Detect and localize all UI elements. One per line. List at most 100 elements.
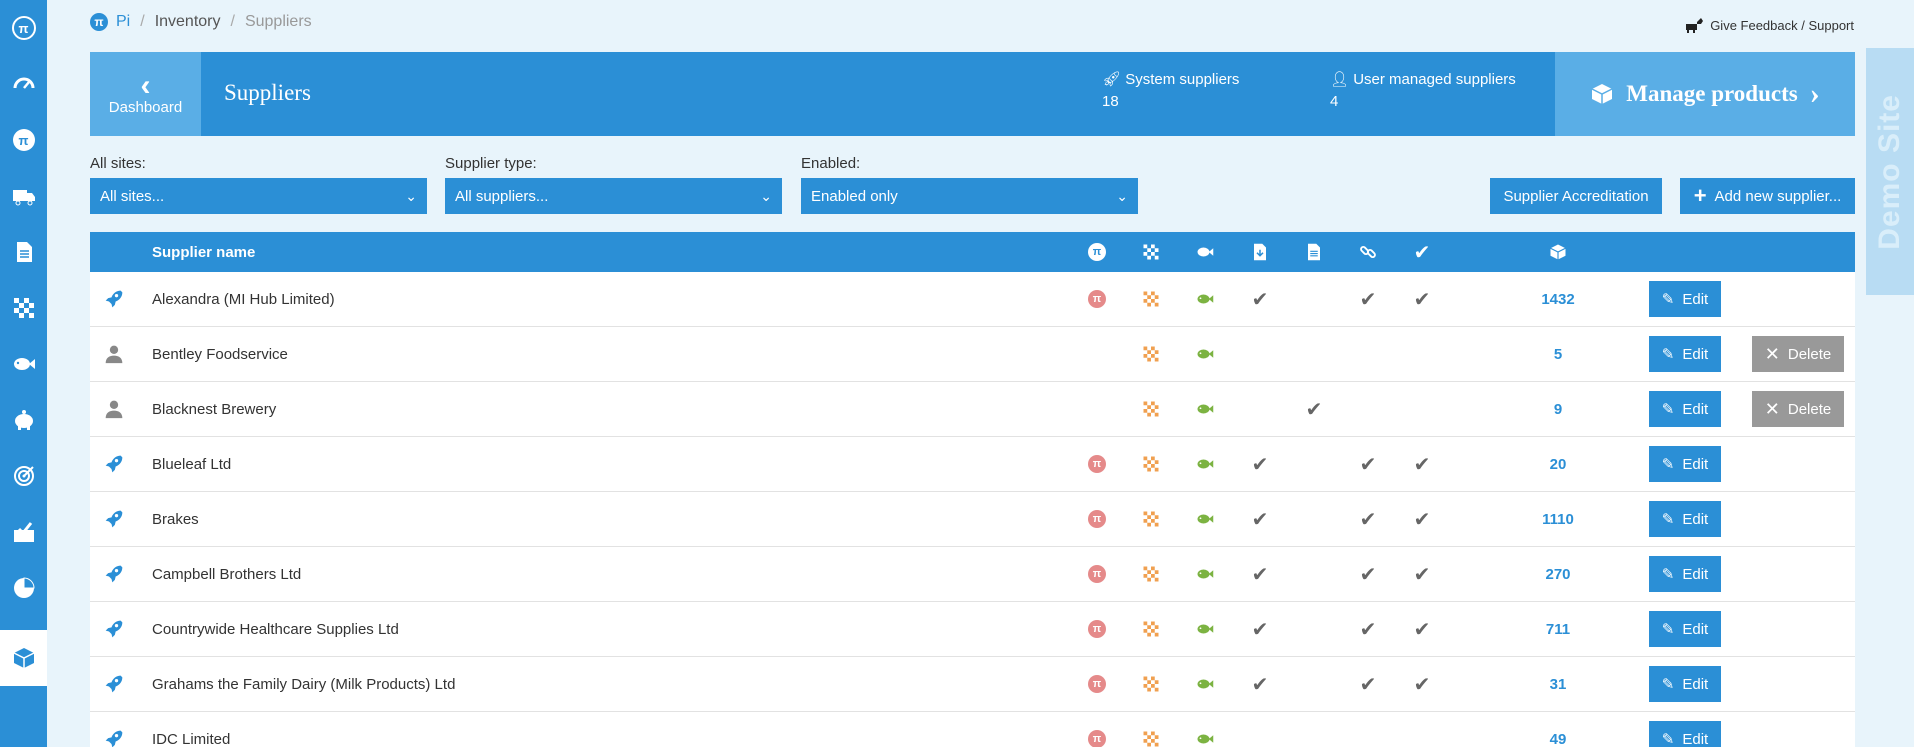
- delete-label: Delete: [1787, 345, 1832, 363]
- edit-button[interactable]: ✎ Edit: [1649, 556, 1721, 592]
- user-icon: [102, 382, 126, 436]
- fish-icon: [1195, 437, 1215, 491]
- enabled-select[interactable]: Enabled only ⌄: [801, 178, 1138, 214]
- truck-icon[interactable]: [0, 168, 47, 224]
- fish-icon: [1195, 657, 1215, 711]
- box-icon[interactable]: [0, 630, 47, 686]
- sites-select[interactable]: All sites... ⌄: [90, 178, 427, 214]
- supplier-name[interactable]: Alexandra (MI Hub Limited): [152, 272, 335, 326]
- table-row[interactable]: Countrywide Healthcare Supplies Ltd π ✔ ✔ ✔ 7…: [90, 602, 1855, 657]
- edit-button[interactable]: ✎ Edit: [1649, 336, 1721, 372]
- supplier-name[interactable]: Blueleaf Ltd: [152, 437, 231, 491]
- target-icon[interactable]: [0, 448, 47, 504]
- add-supplier-button[interactable]: + Add new supplier...: [1680, 178, 1855, 214]
- check-icon: ✔: [1251, 453, 1269, 476]
- rocket-icon: [102, 602, 126, 656]
- user-suppliers-label: User managed suppliers: [1353, 71, 1516, 88]
- product-count-link[interactable]: 270: [1528, 547, 1588, 601]
- supplier-name[interactable]: Blacknest Brewery: [152, 382, 276, 436]
- check-column-icon: ✔: [1413, 241, 1431, 264]
- delete-button-cell: ✕ Delete: [1752, 382, 1844, 436]
- product-count-link[interactable]: 711: [1528, 602, 1588, 656]
- manage-products-button[interactable]: Manage products ›: [1555, 52, 1855, 136]
- rocket-icon: [102, 712, 126, 747]
- edit-button[interactable]: ✎ Edit: [1649, 391, 1721, 427]
- rocket-icon: [102, 492, 126, 546]
- dashboard-label: Dashboard: [108, 98, 183, 116]
- box-icon: [1591, 84, 1613, 104]
- table-row[interactable]: Brakes π ✔ ✔ ✔ 1110 ✎ Edit: [90, 492, 1855, 547]
- edit-button[interactable]: ✎ Edit: [1649, 666, 1721, 702]
- supplier-name[interactable]: IDC Limited: [152, 712, 230, 747]
- product-count-link[interactable]: 5: [1528, 327, 1588, 381]
- edit-button[interactable]: ✎ Edit: [1649, 611, 1721, 647]
- pie-chart-icon[interactable]: [0, 560, 47, 616]
- edit-button[interactable]: ✎ Edit: [1649, 446, 1721, 482]
- edit-label: Edit: [1682, 620, 1709, 638]
- rocket-icon: [102, 657, 126, 711]
- supplier-type-select[interactable]: All suppliers... ⌄: [445, 178, 782, 214]
- checkerboard-icon: [1141, 492, 1161, 546]
- edit-label: Edit: [1682, 510, 1709, 528]
- system-suppliers-stat[interactable]: 🚀︎ System suppliers 18: [1102, 70, 1239, 110]
- feedback-link[interactable]: Give Feedback / Support: [1684, 16, 1854, 34]
- system-suppliers-label: System suppliers: [1125, 71, 1240, 88]
- breadcrumb-inventory[interactable]: Inventory: [155, 13, 221, 31]
- supplier-name[interactable]: Brakes: [152, 492, 199, 546]
- document-icon[interactable]: [0, 224, 47, 280]
- edit-label: Edit: [1682, 565, 1709, 583]
- chevron-down-icon: ⌄: [1116, 187, 1128, 204]
- supplier-name[interactable]: Campbell Brothers Ltd: [152, 547, 301, 601]
- checkerboard-column-icon: [1141, 232, 1161, 272]
- edit-button[interactable]: ✎ Edit: [1649, 281, 1721, 317]
- fish-icon: [1195, 382, 1215, 436]
- table-row[interactable]: Blueleaf Ltd π ✔ ✔ ✔ 20 ✎ Edit: [90, 437, 1855, 492]
- edit-button[interactable]: ✎ Edit: [1649, 721, 1721, 747]
- supplier-name[interactable]: Bentley Foodservice: [152, 327, 288, 381]
- check-icon: ✔: [1413, 453, 1431, 476]
- product-count-link[interactable]: 49: [1528, 712, 1588, 747]
- checkerboard-icon[interactable]: [0, 280, 47, 336]
- pencil-icon: ✎: [1661, 566, 1675, 583]
- product-count-link[interactable]: 9: [1528, 382, 1588, 436]
- piggy-bank-icon[interactable]: [0, 392, 47, 448]
- pi-icon: π: [90, 13, 108, 31]
- table-row[interactable]: IDC Limited π 49 ✎ Edit: [90, 712, 1855, 747]
- table-row[interactable]: Grahams the Family Dairy (Milk Products)…: [90, 657, 1855, 712]
- apple-pi-icon[interactable]: π: [0, 112, 47, 168]
- product-count-link[interactable]: 1110: [1528, 492, 1588, 546]
- pencil-icon: ✎: [1661, 511, 1675, 528]
- fish-icon: [1195, 272, 1215, 326]
- product-count-link[interactable]: 1432: [1528, 272, 1588, 326]
- table-row[interactable]: Bentley Foodservice 5 ✎ Edit ✕ Delete: [90, 327, 1855, 382]
- table-row[interactable]: Campbell Brothers Ltd π ✔ ✔ ✔ 270 ✎ Edit: [90, 547, 1855, 602]
- delete-button[interactable]: ✕ Delete: [1752, 391, 1844, 427]
- gauge-icon[interactable]: [0, 56, 47, 112]
- fish-column-icon: [1195, 232, 1215, 272]
- user-suppliers-stat[interactable]: 👤︎ User managed suppliers 4: [1330, 70, 1516, 110]
- edit-button[interactable]: ✎ Edit: [1649, 501, 1721, 537]
- fish-icon: [1195, 492, 1215, 546]
- column-supplier-name[interactable]: Supplier name: [152, 232, 255, 272]
- supplier-name[interactable]: Grahams the Family Dairy (Milk Products)…: [152, 657, 455, 711]
- pencil-icon: ✎: [1661, 346, 1675, 363]
- delete-button[interactable]: ✕ Delete: [1752, 336, 1844, 372]
- check-icon: ✔: [1359, 673, 1377, 696]
- checkerboard-icon: [1141, 437, 1161, 491]
- table-row[interactable]: Alexandra (MI Hub Limited) π ✔ ✔ ✔ 1432 ✎ Edit: [90, 272, 1855, 327]
- supplier-type-label: Supplier type:: [445, 155, 537, 172]
- pi-badge-icon: π: [1087, 547, 1107, 601]
- checkbox-tray-icon[interactable]: [0, 504, 47, 560]
- table-row[interactable]: Blacknest Brewery ✔ 9 ✎ Edit ✕ Delete: [90, 382, 1855, 437]
- system-suppliers-count: 18: [1102, 93, 1119, 110]
- supplier-name[interactable]: Countrywide Healthcare Supplies Ltd: [152, 602, 399, 656]
- product-count-link[interactable]: 31: [1528, 657, 1588, 711]
- dashboard-back-button[interactable]: ‹ Dashboard: [90, 52, 201, 136]
- fish-icon[interactable]: [0, 336, 47, 392]
- breadcrumb-root[interactable]: Pi: [116, 13, 130, 31]
- add-supplier-label: Add new supplier...: [1714, 187, 1842, 205]
- pi-logo-icon[interactable]: π: [0, 0, 47, 56]
- pencil-icon: ✎: [1661, 621, 1675, 638]
- product-count-link[interactable]: 20: [1528, 437, 1588, 491]
- supplier-accreditation-button[interactable]: Supplier Accreditation: [1490, 178, 1662, 214]
